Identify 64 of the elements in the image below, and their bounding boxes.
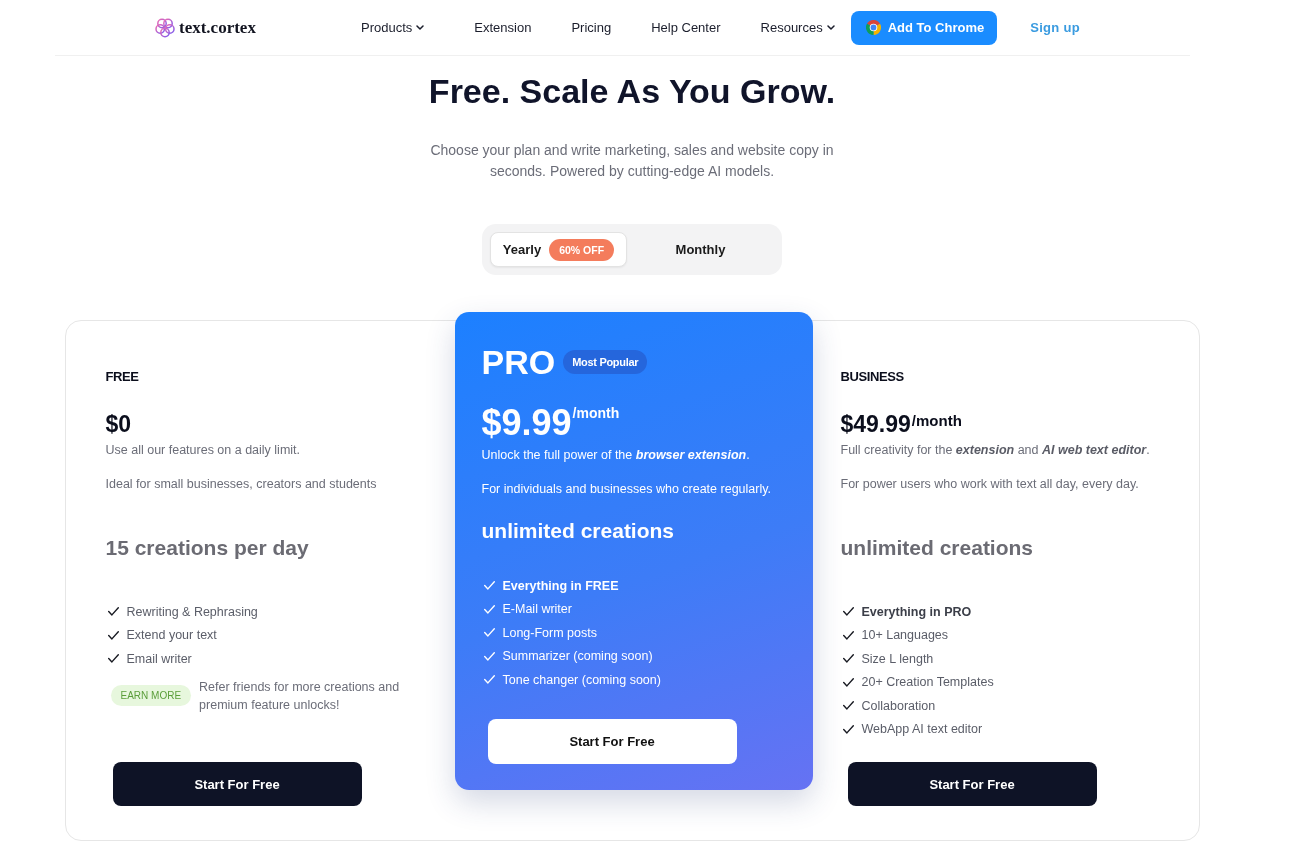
check-icon — [842, 724, 854, 734]
feature-text: Rewriting & Rephrasing — [126, 604, 258, 619]
plan-audience: Ideal for small businesses, creators and students — [105, 476, 378, 493]
check-icon — [483, 675, 495, 685]
plan-quota: unlimited creations — [481, 518, 676, 544]
check-icon — [483, 581, 495, 591]
nav-link[interactable]: Help Center — [651, 20, 721, 35]
plan-audience: For power users who work with text all day, every day. — [840, 476, 1140, 493]
feature-text: Summarizer (coming soon) — [502, 649, 653, 664]
nav-link[interactable]: Products — [361, 20, 435, 35]
check-icon — [842, 701, 854, 711]
price-period: /month — [572, 404, 620, 421]
start-button[interactable]: Start For Free — [487, 719, 737, 764]
feature-text: Everything in PRO — [861, 604, 972, 619]
plan-price: $0 — [105, 410, 132, 439]
page-subtitle: Choose your plan and write marketing, sales and website copy in seconds. Powered by cutting-edge AI models. — [429, 141, 835, 181]
check-icon — [107, 654, 119, 664]
earn-more-badge: EARN MORE — [110, 685, 192, 706]
check-icon — [107, 607, 119, 617]
nav-link[interactable]: Extension — [474, 20, 532, 35]
feature-text: Tone changer (coming soon) — [502, 672, 661, 687]
feature-text: WebApp AI text editor — [861, 722, 983, 737]
plan-price: $49.99 — [840, 410, 911, 439]
check-icon — [842, 677, 854, 687]
plan-name: BUSINESS — [840, 369, 904, 385]
plan-price: $9.99 — [481, 402, 572, 444]
plan-quota: 15 creations per day — [105, 535, 310, 561]
plan-description: Unlock the full power of the browser extension. — [481, 447, 751, 464]
logo-text[interactable]: text.cortex — [179, 17, 256, 38]
start-button[interactable]: Start For Free — [112, 762, 362, 806]
check-icon — [483, 651, 495, 661]
popular-badge: Most Popular — [563, 350, 648, 374]
check-icon — [842, 607, 854, 617]
plan-description: Full creativity for the extension and AI web text editor. — [840, 442, 1151, 459]
start-button[interactable]: Start For Free — [847, 762, 1097, 806]
feature-text: Collaboration — [861, 698, 936, 713]
plan-name: PRO — [481, 342, 556, 382]
check-icon — [483, 604, 495, 614]
flower-logo-icon — [155, 17, 175, 38]
feature-text: Long-Form posts — [502, 625, 597, 640]
nav-link[interactable]: Resources — [760, 20, 845, 35]
billing-tab[interactable]: Yearly 60% OFF — [490, 232, 627, 267]
referral-text: Refer friends for more creations and premium feature unlocks! — [199, 678, 401, 714]
billing-tab[interactable]: Monthly — [627, 232, 774, 267]
chrome-logo-icon — [865, 20, 881, 35]
feature-text: 10+ Languages — [861, 628, 949, 643]
plan-name: FREE — [105, 369, 139, 385]
price-period: /month — [911, 411, 962, 431]
check-icon — [483, 628, 495, 638]
plan-quota: unlimited creations — [840, 535, 1035, 561]
check-icon — [107, 630, 119, 640]
plan-description: Use all our features on a daily limit. — [105, 442, 302, 459]
check-icon — [842, 654, 854, 664]
discount-badge: 60% OFF — [549, 238, 615, 261]
feature-text: Extend your text — [126, 628, 217, 643]
feature-text: Everything in FREE — [502, 578, 619, 593]
feature-text: Email writer — [126, 651, 192, 666]
page-title: Free. Scale As You Grow. — [428, 71, 836, 111]
check-icon — [842, 630, 854, 640]
nav-link[interactable]: Pricing — [571, 20, 612, 35]
plan-audience: For individuals and businesses who create regularly. — [481, 481, 772, 498]
feature-text: 20+ Creation Templates — [861, 675, 994, 690]
feature-text: Size L length — [861, 651, 934, 666]
feature-text: E-Mail writer — [502, 602, 572, 617]
